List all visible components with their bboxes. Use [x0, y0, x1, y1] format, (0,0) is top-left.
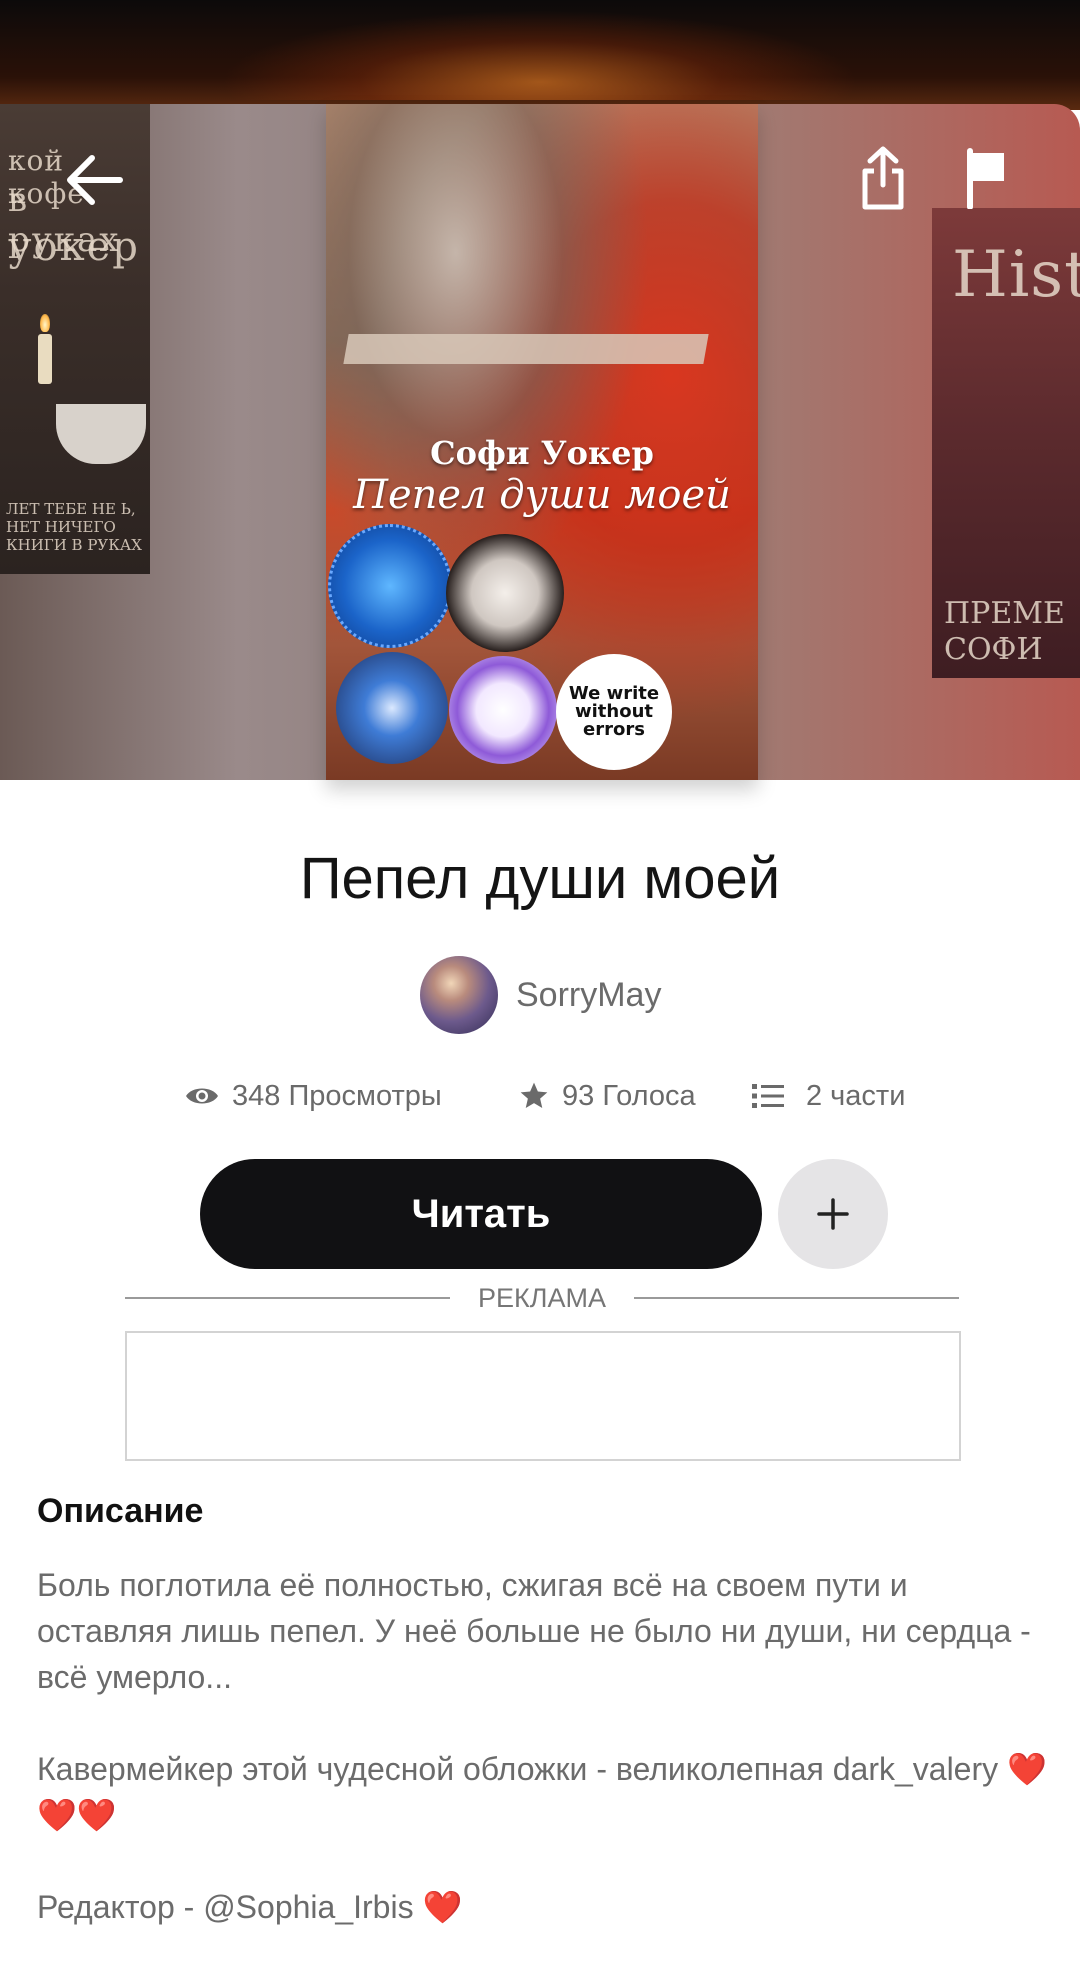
- author-name[interactable]: SorryMay: [516, 976, 661, 1015]
- read-button[interactable]: Читать: [200, 1159, 762, 1269]
- votes-count: 93 Голоса: [562, 1079, 696, 1112]
- candle-image: [38, 314, 52, 384]
- description-credit: Кавермейкер этой чудесной обложки - вели…: [37, 1751, 999, 1787]
- award-badge: [328, 524, 452, 648]
- story-stats: 348 Просмотры 93 Голоса 2 части: [0, 1072, 1080, 1120]
- ad-label-text: РЕКЛАМА: [478, 1282, 606, 1313]
- cover-text: ПРЕМЕ СОФИ: [944, 596, 1065, 667]
- add-to-library-button[interactable]: [778, 1159, 888, 1269]
- ad-slot[interactable]: [125, 1331, 961, 1461]
- cover-text: уокер: [8, 224, 140, 270]
- report-button[interactable]: [956, 140, 1016, 216]
- award-badge-text: We write without errors: [556, 654, 672, 770]
- votes-stat: 93 Голоса: [518, 1072, 696, 1120]
- share-button[interactable]: [850, 138, 916, 218]
- description-paragraph: Боль поглотила её полностью, сжигая всё …: [37, 1567, 1031, 1695]
- cover-title: Пепел души моей: [353, 472, 731, 518]
- adjacent-cover-right[interactable]: Hist ПРЕМЕ СОФИ: [932, 208, 1080, 678]
- description-heading: Описание: [37, 1492, 204, 1530]
- cover-art: [343, 334, 709, 364]
- avatar[interactable]: [420, 956, 498, 1034]
- parts-stat[interactable]: 2 части: [752, 1072, 905, 1120]
- story-title: Пепел души моей: [299, 846, 781, 911]
- share-icon: [862, 146, 904, 210]
- arrow-left-icon: [67, 155, 123, 205]
- divider: [125, 1297, 451, 1299]
- cover-text: Hist: [952, 238, 1080, 312]
- description-paragraph: Кавермейкер этой чудесной обложки - вели…: [37, 1746, 1047, 1838]
- eye-icon: [186, 1088, 218, 1104]
- flag-icon: [967, 148, 1004, 209]
- cover-author: Софи Уокер: [430, 434, 654, 472]
- ad-label: РЕКЛАМА: [125, 1280, 960, 1316]
- views-count: 348 Просмотры: [232, 1079, 442, 1112]
- award-badge: [449, 656, 557, 764]
- award-badge: [336, 652, 448, 764]
- views-stat: 348 Просмотры: [184, 1072, 442, 1120]
- plus-icon: [817, 1198, 849, 1230]
- description-paragraph: Редактор - @Sophia_Irbis ❤️: [37, 1884, 1047, 1930]
- cover-text: ЛЕТ ТЕБЕ НЕ Ь, НЕТ НИЧЕГО КНИГИ В РУКАХ: [6, 500, 142, 554]
- back-button[interactable]: [54, 140, 134, 220]
- divider: [634, 1297, 960, 1299]
- cup-image: [56, 404, 146, 464]
- author-link[interactable]: SorryMay: [420, 955, 661, 1035]
- award-badge: [446, 534, 564, 652]
- star-icon: [520, 1082, 548, 1108]
- flame-decoration: [220, 10, 860, 100]
- book-cover[interactable]: Софи Уокер Пепел души моей We write with…: [326, 104, 758, 780]
- description-text: Боль поглотила её полностью, сжигая всё …: [37, 1562, 1047, 1976]
- parts-count: 2 части: [806, 1079, 906, 1112]
- list-icon: [752, 1084, 784, 1108]
- top-background: [0, 0, 1080, 110]
